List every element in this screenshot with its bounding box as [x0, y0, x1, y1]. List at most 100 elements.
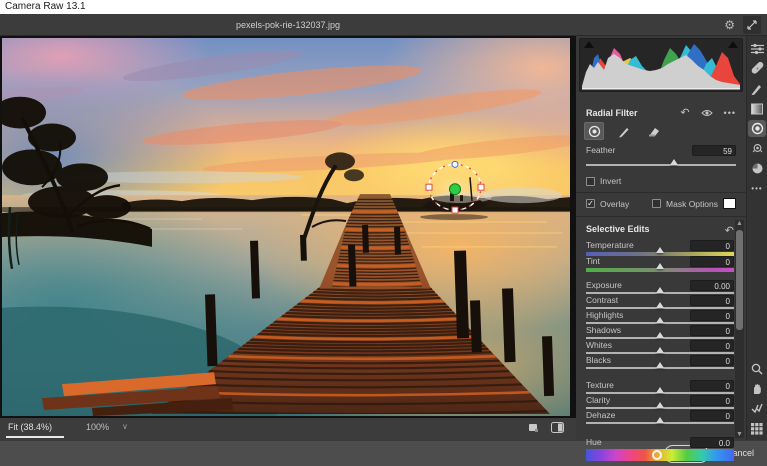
mask-color-swatch[interactable] — [723, 198, 736, 209]
zoom-tool-icon[interactable] — [748, 360, 766, 377]
healing-tool-icon[interactable] — [748, 60, 766, 77]
preview-preferences-icon[interactable] — [528, 423, 539, 433]
slider-thumb[interactable] — [656, 302, 664, 308]
presets-tool-icon[interactable] — [748, 160, 766, 177]
slider-value[interactable]: 0 — [690, 325, 734, 336]
eye-icon[interactable] — [700, 109, 713, 117]
slider-track[interactable] — [586, 263, 734, 272]
gizmo-center-pin — [449, 183, 461, 196]
adjustment-slider-row: Temperature 0 — [586, 240, 734, 256]
slider-thumb[interactable] — [656, 332, 664, 338]
slider-value[interactable]: 0 — [690, 380, 734, 391]
radial-new-tool-button[interactable] — [584, 122, 604, 140]
feather-slider[interactable] — [586, 159, 736, 166]
invert-checkbox[interactable] — [586, 176, 595, 186]
scrollbar-thumb[interactable] — [736, 230, 743, 330]
zoom-toolbar: Fit (38.4%) 100% ∨ — [0, 418, 576, 440]
slider-value[interactable]: 0 — [690, 410, 734, 421]
hand-tool-icon[interactable] — [748, 380, 766, 397]
slider-value[interactable]: 0 — [690, 240, 734, 251]
feather-slider-thumb[interactable] — [670, 159, 679, 165]
gear-icon[interactable]: ⚙ — [724, 14, 735, 36]
gizmo-handle-top — [451, 160, 459, 168]
radial-filter-tool-icon[interactable] — [748, 120, 766, 137]
slider-track[interactable] — [586, 449, 734, 461]
gizmo-handle-right — [477, 183, 485, 191]
fullscreen-icon[interactable] — [743, 16, 761, 34]
slider-value[interactable]: 0.00 — [690, 280, 734, 291]
slider-track[interactable] — [586, 317, 734, 324]
overlay-checkbox[interactable]: ✓ — [586, 199, 595, 208]
slider-value[interactable]: 0 — [690, 295, 734, 306]
selective-edits-section: Selective Edits ↶ Temperature 0 Tint 0 E… — [576, 218, 746, 461]
slider-value[interactable]: 0 — [690, 395, 734, 406]
more-tools-icon[interactable]: ••• — [748, 180, 766, 197]
slider-track[interactable] — [586, 362, 734, 369]
slider-track[interactable] — [586, 302, 734, 309]
tools-sidebar: ••• — [746, 36, 767, 440]
chevron-down-icon[interactable]: ∨ — [122, 422, 128, 431]
slider-thumb[interactable] — [656, 402, 664, 408]
slider-label: Temperature — [586, 240, 634, 250]
slider-label: Blacks — [586, 355, 612, 365]
selective-edits-title: Selective Edits — [586, 224, 650, 234]
slider-thumb[interactable] — [656, 347, 664, 353]
scroll-up-icon[interactable]: ▲ — [735, 220, 744, 227]
reset-icon[interactable]: ↶ — [725, 224, 734, 237]
slider-thumb[interactable] — [656, 387, 664, 393]
before-after-view-icon[interactable] — [551, 422, 564, 433]
feather-label: Feather — [586, 145, 616, 155]
histogram-graph — [582, 44, 740, 90]
sampler-tool-icon[interactable] — [748, 400, 766, 417]
brush-tool-button[interactable] — [614, 122, 634, 140]
slider-thumb[interactable] — [656, 247, 664, 253]
red-eye-tool-icon[interactable] — [748, 140, 766, 157]
slider-thumb[interactable] — [656, 287, 664, 293]
slider-thumb[interactable] — [656, 263, 664, 269]
graduated-filter-tool-icon[interactable] — [748, 100, 766, 117]
feather-value[interactable]: 59 — [692, 145, 736, 156]
slider-track[interactable] — [586, 402, 734, 409]
adjustments-panel: Radial Filter ↶ ••• Feather 59 Invert ✓ … — [576, 36, 746, 461]
slider-label: Shadows — [586, 325, 621, 335]
slider-thumb[interactable] — [652, 450, 663, 460]
slider-value[interactable]: 0 — [690, 256, 734, 267]
adjustment-brush-tool-icon[interactable] — [748, 80, 766, 97]
slider-label: Hue — [586, 437, 602, 447]
slider-track[interactable] — [586, 387, 734, 394]
zoom-level-button[interactable]: 100% — [86, 422, 109, 432]
adjustment-slider-row: Tint 0 — [586, 256, 734, 272]
slider-label: Texture — [586, 380, 614, 390]
slider-value[interactable]: 0 — [690, 355, 734, 366]
mask-options-label: Mask Options — [666, 198, 718, 209]
more-options-icon[interactable]: ••• — [724, 108, 736, 118]
mask-options-checkbox[interactable] — [652, 199, 662, 208]
slider-value[interactable]: 0 — [690, 340, 734, 351]
gizmo-handle-left — [425, 183, 433, 191]
scroll-down-icon[interactable]: ▼ — [735, 431, 744, 438]
slider-value[interactable]: 0.0 — [690, 437, 734, 448]
slider-thumb[interactable] — [656, 417, 664, 423]
slider-track[interactable] — [586, 287, 734, 294]
slider-track[interactable] — [586, 332, 734, 339]
grid-view-icon[interactable] — [748, 420, 766, 437]
eraser-tool-button[interactable] — [644, 122, 664, 140]
slider-value[interactable]: 0 — [690, 310, 734, 321]
fit-zoom-button[interactable]: Fit (38.4%) — [8, 422, 52, 432]
reset-icon[interactable]: ↶ — [680, 106, 689, 119]
slider-thumb[interactable] — [656, 362, 664, 368]
adjustment-slider-row: Texture 0 — [586, 380, 734, 395]
overlay-label: Overlay — [600, 198, 630, 209]
slider-label: Whites — [586, 340, 612, 350]
invert-label: Invert — [600, 176, 622, 186]
slider-label: Dehaze — [586, 410, 616, 420]
slider-track[interactable] — [586, 417, 734, 424]
slider-track[interactable] — [586, 347, 734, 354]
panel-scrollbar[interactable]: ▲ ▼ — [735, 220, 744, 438]
edit-tool-icon[interactable] — [748, 40, 766, 57]
adjustment-slider-row: Blacks 0 — [586, 355, 734, 370]
histogram[interactable] — [579, 38, 743, 92]
fit-selected-underline — [6, 436, 64, 438]
adjustment-slider-row: Dehaze 0 — [586, 410, 734, 425]
slider-thumb[interactable] — [656, 317, 664, 323]
